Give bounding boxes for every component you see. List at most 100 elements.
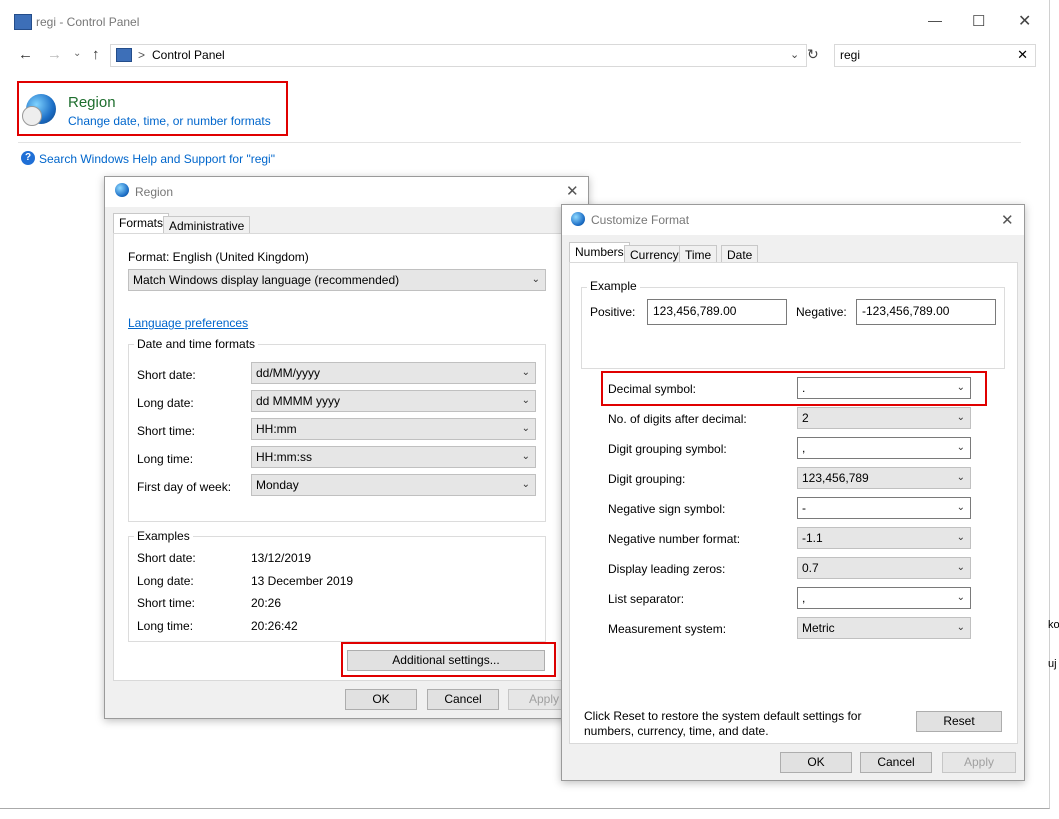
number-setting-value: ,	[802, 441, 806, 455]
number-setting-label: Negative number format:	[608, 532, 741, 546]
number-setting-select[interactable]: , ⌄	[797, 437, 971, 459]
tab-time[interactable]: Time	[679, 245, 718, 263]
clear-search-icon[interactable]: ✕	[1017, 47, 1028, 63]
chevron-down-icon: ⌄	[956, 472, 965, 483]
divider	[18, 142, 1021, 143]
chevron-down-icon: ⌄	[521, 479, 530, 490]
window-title: regi - Control Panel	[36, 15, 140, 29]
tab-formats[interactable]: Formats	[113, 213, 170, 234]
cancel-button[interactable]: Cancel	[860, 752, 932, 773]
region-result-link[interactable]: Change date, time, or number formats	[68, 114, 271, 128]
region-titlebar	[105, 177, 588, 207]
number-setting-label: No. of digits after decimal:	[608, 412, 747, 426]
number-setting-value: Metric	[802, 621, 835, 635]
date-format-value: HH:mm	[256, 422, 297, 436]
apply-button[interactable]: Apply	[942, 752, 1016, 773]
control-panel-icon	[14, 14, 32, 30]
customize-title: Customize Format	[591, 213, 690, 227]
customize-close-icon[interactable]: ✕	[1001, 211, 1014, 229]
tab-administrative[interactable]: Administrative	[163, 216, 251, 234]
back-icon[interactable]: ←	[18, 46, 33, 63]
reset-description: Click Reset to restore the system defaul…	[584, 709, 862, 738]
date-format-select[interactable]: Monday ⌄	[251, 474, 536, 496]
date-format-value: dd MMMM yyyy	[256, 394, 340, 408]
date-time-group-label: Date and time formats	[134, 337, 259, 351]
date-format-label: Short time:	[137, 424, 196, 438]
number-setting-label: Measurement system:	[608, 622, 727, 636]
close-icon[interactable]: ✕	[1018, 11, 1031, 31]
date-format-label: Short date:	[137, 368, 196, 382]
number-setting-label: Digit grouping symbol:	[608, 442, 727, 456]
recent-locations-icon[interactable]: ⌄	[73, 48, 81, 59]
reset-button[interactable]: Reset	[916, 711, 1002, 732]
date-format-label: Long time:	[137, 452, 194, 466]
format-select-value: Match Windows display language (recommen…	[133, 273, 400, 287]
globe-clock-icon	[22, 94, 56, 126]
number-setting-select[interactable]: -1.1 ⌄	[797, 527, 971, 549]
formats-panel: Format: English (United Kingdom) Match W…	[113, 233, 581, 681]
number-setting-value: 2	[802, 411, 809, 425]
number-setting-value: 0.7	[802, 561, 819, 575]
date-format-value: Monday	[256, 478, 299, 492]
number-setting-select[interactable]: - ⌄	[797, 497, 971, 519]
language-preferences-link[interactable]: Language preferences	[128, 316, 248, 330]
format-label: Format: English (United Kingdom)	[128, 250, 309, 264]
number-setting-select[interactable]: 123,456,789 ⌄	[797, 467, 971, 489]
number-setting-select[interactable]: , ⌄	[797, 587, 971, 609]
customize-format-dialog: Customize Format ✕ Numbers Currency Time…	[561, 204, 1025, 781]
format-select[interactable]: Match Windows display language (recommen…	[128, 269, 546, 291]
positive-example: 123,456,789.00	[647, 299, 787, 325]
chevron-down-icon: ⌄	[956, 532, 965, 543]
date-format-select[interactable]: HH:mm:ss ⌄	[251, 446, 536, 468]
highlight-decimal-symbol	[601, 371, 987, 406]
refresh-icon[interactable]: ↻	[807, 46, 819, 63]
chevron-down-icon: ⌄	[521, 423, 530, 434]
example-value: 20:26	[251, 596, 282, 610]
number-setting-label: Display leading zeros:	[608, 562, 726, 576]
search-box[interactable]: regi ✕	[834, 44, 1036, 67]
tab-currency[interactable]: Currency	[624, 245, 685, 263]
date-format-select[interactable]: dd/MM/yyyy ⌄	[251, 362, 536, 384]
search-input[interactable]: regi	[840, 48, 860, 62]
date-format-select[interactable]: dd MMMM yyyy ⌄	[251, 390, 536, 412]
example-group-label: Example	[587, 279, 640, 293]
example-label: Short time:	[137, 596, 196, 610]
negative-example: -123,456,789.00	[856, 299, 996, 325]
number-setting-value: 123,456,789	[802, 471, 869, 485]
number-setting-value: -	[802, 501, 806, 515]
example-label: Short date:	[137, 551, 196, 565]
example-value: 13/12/2019	[251, 551, 312, 565]
address-bar[interactable]: > Control Panel	[110, 44, 807, 67]
example-value: 13 December 2019	[251, 574, 354, 588]
number-setting-select[interactable]: Metric ⌄	[797, 617, 971, 639]
date-format-value: HH:mm:ss	[256, 450, 312, 464]
ok-button[interactable]: OK	[780, 752, 852, 773]
region-close-icon[interactable]: ✕	[566, 182, 579, 200]
date-format-select[interactable]: HH:mm ⌄	[251, 418, 536, 440]
number-setting-select[interactable]: 2 ⌄	[797, 407, 971, 429]
address-dropdown-icon[interactable]: ⌄	[790, 48, 799, 61]
examples-group-label: Examples	[134, 529, 193, 543]
ok-button[interactable]: OK	[345, 689, 417, 710]
maximize-icon[interactable]: ☐	[972, 12, 985, 30]
forward-icon[interactable]: →	[47, 46, 62, 63]
numbers-panel: Example Positive: 123,456,789.00 Negativ…	[569, 262, 1018, 744]
tab-numbers[interactable]: Numbers	[569, 242, 630, 263]
up-icon[interactable]: ↑	[92, 46, 100, 63]
chevron-down-icon: ⌄	[521, 367, 530, 378]
example-label: Long date:	[137, 574, 194, 588]
breadcrumb[interactable]: Control Panel	[152, 48, 225, 62]
minimize-icon[interactable]: —	[928, 12, 942, 28]
number-setting-label: Digit grouping:	[608, 472, 686, 486]
region-result-title[interactable]: Region	[68, 94, 116, 111]
globe-icon	[115, 183, 129, 197]
number-setting-label: List separator:	[608, 592, 685, 606]
date-format-value: dd/MM/yyyy	[256, 366, 321, 380]
help-search-link[interactable]: Search Windows Help and Support for "reg…	[39, 152, 275, 166]
tab-date[interactable]: Date	[721, 245, 759, 263]
cancel-button[interactable]: Cancel	[427, 689, 499, 710]
number-setting-select[interactable]: 0.7 ⌄	[797, 557, 971, 579]
additional-settings-button[interactable]: Additional settings...	[347, 650, 545, 671]
example-label: Long time:	[137, 619, 194, 633]
breadcrumb-separator: >	[138, 48, 146, 62]
